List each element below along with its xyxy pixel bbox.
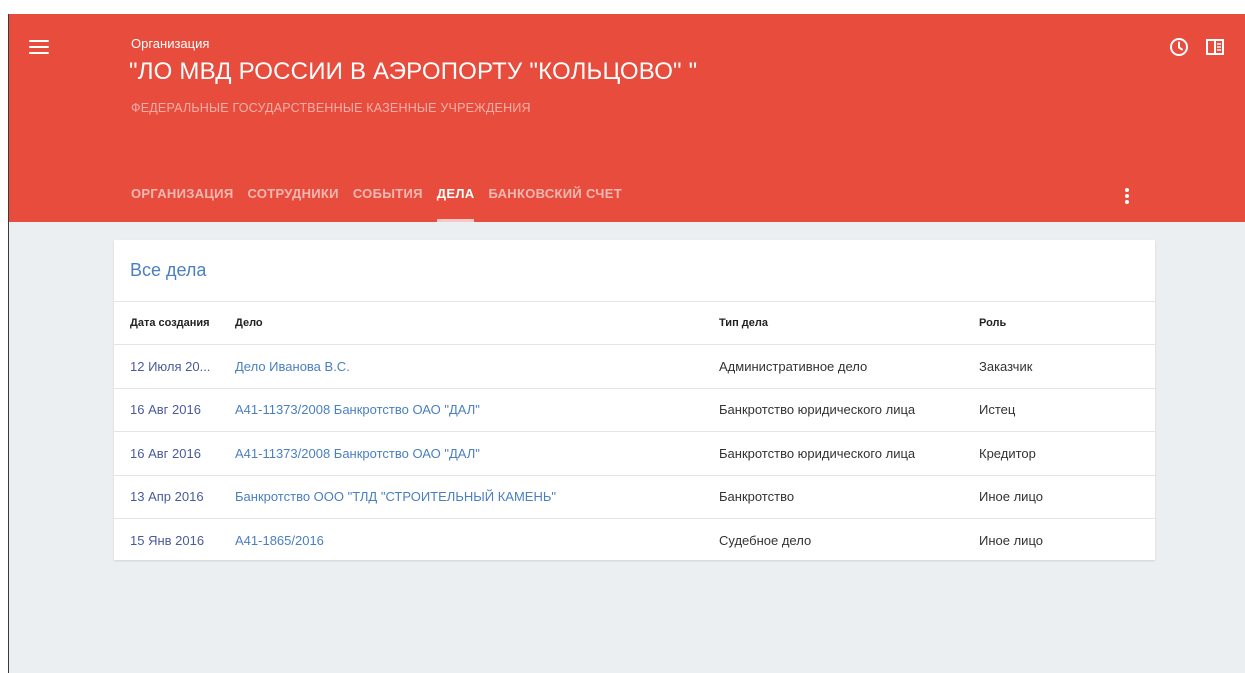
case-date: 15 Янв 2016 xyxy=(114,518,235,562)
case-date: 13 Апр 2016 xyxy=(114,474,235,519)
case-type: Банкротство юридического лица xyxy=(719,387,979,432)
cases-title: Все дела xyxy=(130,260,207,280)
panel-toggle-icon[interactable] xyxy=(1204,36,1226,58)
org-header: Организация "ЛО МВД РОССИИ В АЭРОПОРТУ "… xyxy=(9,14,1245,222)
case-role: Иное лицо xyxy=(979,518,1155,562)
case-date: 16 Авг 2016 xyxy=(114,431,235,475)
case-role: Истец xyxy=(979,387,1155,432)
table-row[interactable]: 13 Апр 2016 Банкротство ООО "ТЛД "СТРОИТ… xyxy=(114,474,1155,519)
app-window: Организация "ЛО МВД РОССИИ В АЭРОПОРТУ "… xyxy=(8,14,1245,673)
case-link[interactable]: А41-1865/2016 xyxy=(235,518,719,562)
tab-employees[interactable]: СОТРУДНИКИ xyxy=(247,186,338,222)
org-label: Организация xyxy=(131,36,210,51)
case-type: Судебное дело xyxy=(719,518,979,562)
clock-icon[interactable] xyxy=(1168,36,1190,58)
case-role: Заказчик xyxy=(979,344,1155,388)
column-header-role[interactable]: Роль xyxy=(979,301,1155,345)
case-link[interactable]: Банкротство ООО "ТЛД "СТРОИТЕЛЬНЫЙ КАМЕН… xyxy=(235,474,719,519)
case-role: Иное лицо xyxy=(979,474,1155,519)
table-row[interactable]: 16 Авг 2016 А41-11373/2008 Банкротство О… xyxy=(114,387,1155,432)
table-row[interactable]: 16 Авг 2016 А41-11373/2008 Банкротство О… xyxy=(114,431,1155,475)
column-header-type[interactable]: Тип дела xyxy=(719,301,979,345)
tab-bank-account[interactable]: БАНКОВСКИЙ СЧЕТ xyxy=(488,186,622,222)
org-subtitle: ФЕДЕРАЛЬНЫЕ ГОСУДАРСТВЕННЫЕ КАЗЕННЫЕ УЧР… xyxy=(131,101,531,115)
table-header-row: Дата создания Дело Тип дела Роль xyxy=(114,301,1155,345)
table-row[interactable]: 12 Июля 20... Дело Иванова В.С. Админист… xyxy=(114,344,1155,388)
case-type: Банкротство юридического лица xyxy=(719,431,979,475)
tab-cases[interactable]: ДЕЛА xyxy=(436,186,475,222)
case-date: 16 Авг 2016 xyxy=(114,387,235,432)
case-link[interactable]: Дело Иванова В.С. xyxy=(235,344,719,388)
case-date-text: 12 Июля 20... xyxy=(130,358,211,374)
tab-organization[interactable]: ОРГАНИЗАЦИЯ xyxy=(131,186,233,222)
column-header-date[interactable]: Дата создания xyxy=(114,301,235,345)
case-date: 12 Июля 20... xyxy=(114,344,235,388)
more-vert-icon[interactable] xyxy=(1122,188,1132,208)
case-type: Административное дело xyxy=(719,344,979,388)
tab-bar: ОРГАНИЗАЦИЯ СОТРУДНИКИ СОБЫТИЯ ДЕЛА БАНК… xyxy=(131,186,636,222)
menu-icon[interactable] xyxy=(29,40,49,56)
cases-table: Дата создания Дело Тип дела Роль 12 Июля… xyxy=(114,301,1155,562)
cases-card: Все дела Дата создания Дело Тип дела Рол… xyxy=(114,240,1155,562)
case-link[interactable]: А41-11373/2008 Банкротство ОАО "ДАЛ" xyxy=(235,387,719,432)
tab-events[interactable]: СОБЫТИЯ xyxy=(353,186,423,222)
column-header-case[interactable]: Дело xyxy=(235,301,719,345)
case-type: Банкротство xyxy=(719,474,979,519)
table-row[interactable]: 15 Янв 2016 А41-1865/2016 Судебное дело … xyxy=(114,518,1155,562)
case-link[interactable]: А41-11373/2008 Банкротство ОАО "ДАЛ" xyxy=(235,431,719,475)
org-title: "ЛО МВД РОССИИ В АЭРОПОРТУ "КОЛЬЦОВО" " xyxy=(129,58,698,85)
case-role: Кредитор xyxy=(979,431,1155,475)
